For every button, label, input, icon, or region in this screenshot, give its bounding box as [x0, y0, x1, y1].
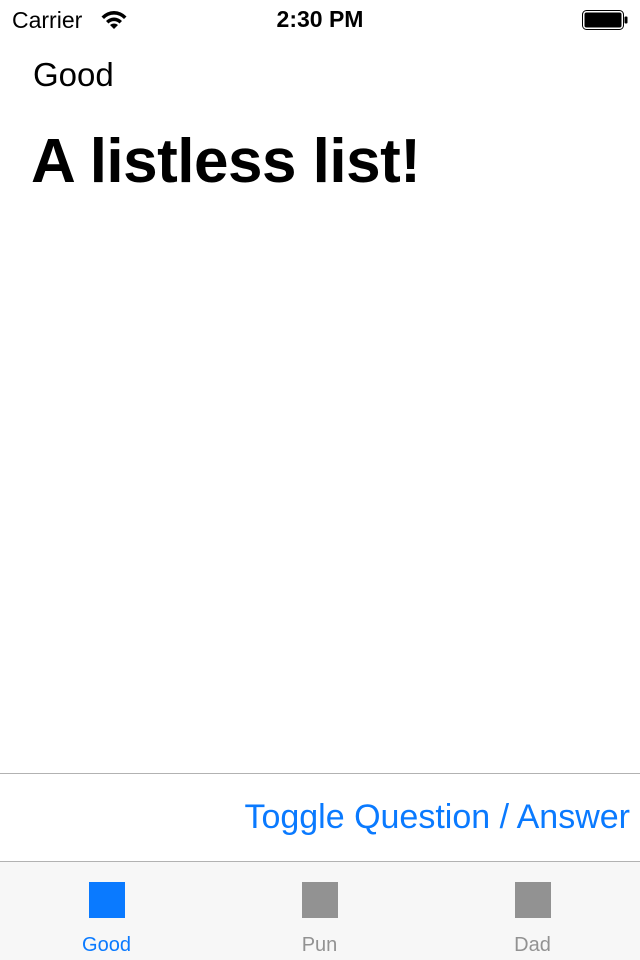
tab-label-dad: Dad [514, 934, 551, 956]
bottom-toolbar: Toggle Question / Answer [0, 773, 640, 862]
app-screen: Carrier 2:30 PM Good A listless list! To… [0, 0, 640, 960]
square-icon [301, 882, 338, 918]
status-bar: Carrier 2:30 PM [0, 0, 640, 40]
tab-label-good: Good [82, 934, 131, 956]
battery-icon [582, 10, 628, 30]
tab-label-pun: Pun [301, 934, 338, 956]
toggle-question-answer-button[interactable]: Toggle Question / Answer [244, 798, 630, 837]
category-label: Good [33, 56, 114, 93]
tab-dad[interactable]: Dad [426, 862, 639, 960]
status-time: 2:30 PM [276, 6, 364, 32]
tab-pun[interactable]: Pun [213, 862, 426, 960]
tab-bar: Good Pun Dad [0, 861, 640, 960]
square-icon [514, 882, 551, 918]
square-icon [88, 882, 125, 918]
question-text: A listless list! [31, 127, 421, 196]
tab-good[interactable]: Good [0, 862, 213, 960]
